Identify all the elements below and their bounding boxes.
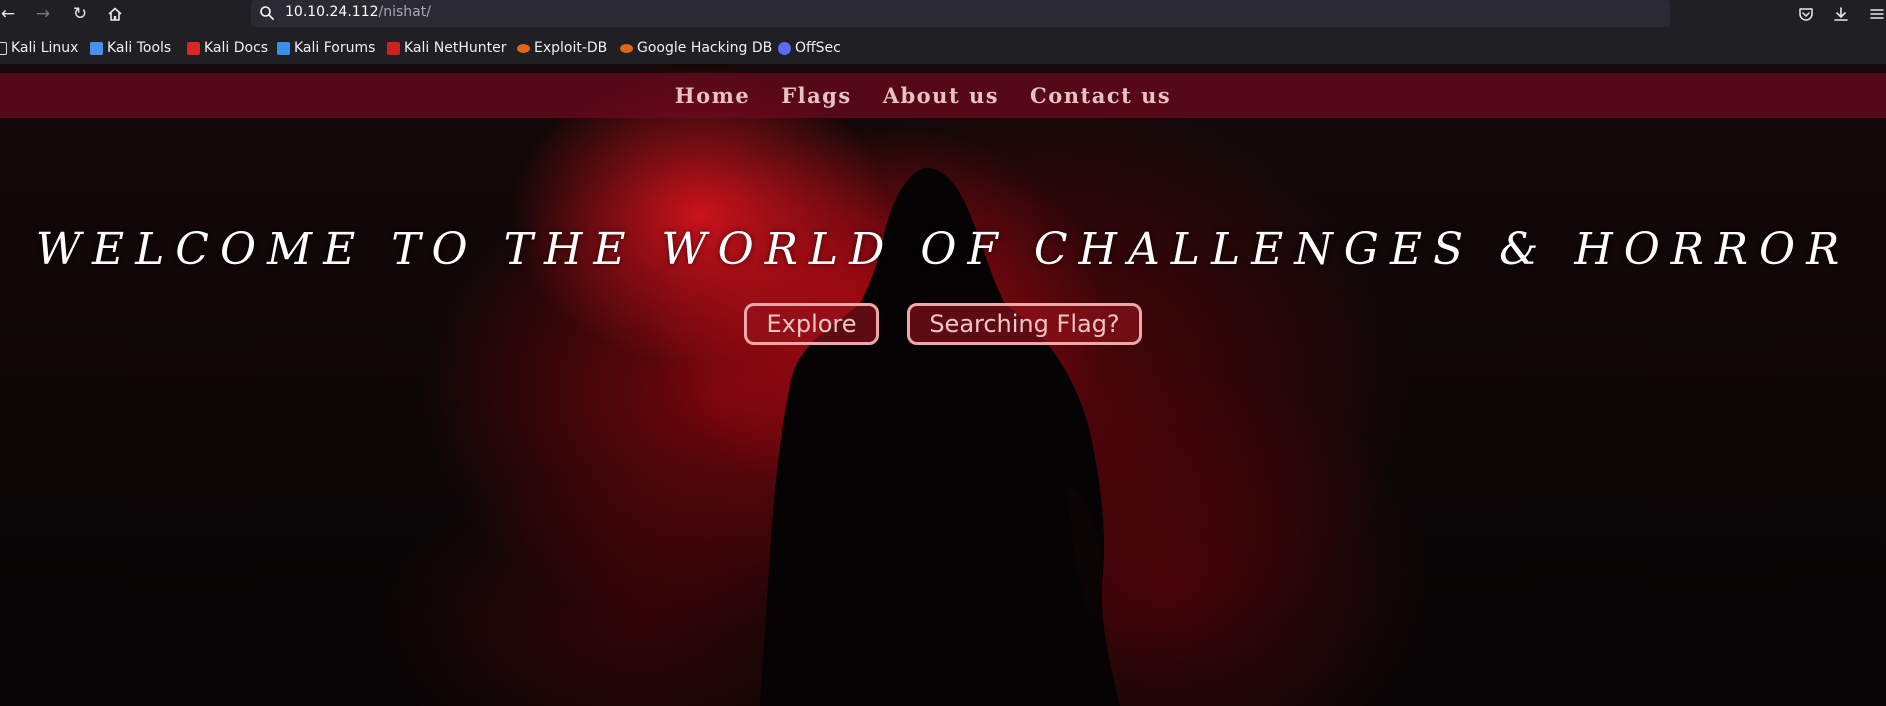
nav-home[interactable]: Home xyxy=(675,83,750,108)
bookmark-kali-linux[interactable]: Kali Linux xyxy=(0,39,78,57)
download-icon[interactable] xyxy=(1830,3,1852,25)
bookmark-label: Kali Linux xyxy=(11,40,79,56)
nav-about-us[interactable]: About us xyxy=(883,83,999,108)
site-nav: Home Flags About us Contact us xyxy=(0,73,1886,118)
bookmark-label: Kali Docs xyxy=(204,40,269,56)
menu-icon[interactable] xyxy=(1866,3,1886,25)
back-arrow-icon[interactable]: ← xyxy=(0,3,19,25)
bookmark-google-hacking-db[interactable]: Google Hacking DB xyxy=(620,39,772,57)
hero-headline: WELCOME TO THE WORLD OF CHALLENGES & HOR… xyxy=(35,224,1851,275)
bookmark-label: Exploit-DB xyxy=(534,40,608,56)
bookmark-offsec[interactable]: OffSec xyxy=(778,39,841,57)
url-bar[interactable]: 10.10.24.112/nishat/ xyxy=(251,0,1670,27)
url-host: 10.10.24.112 xyxy=(285,4,379,20)
url-text[interactable]: 10.10.24.112/nishat/ xyxy=(285,4,431,20)
bookmark-label: Kali Tools xyxy=(107,40,172,56)
exploit-db-icon xyxy=(517,43,530,53)
browser-toolbar: ← → ↻ 10.10.24.112/nishat/ xyxy=(0,0,1886,28)
kali-tools-icon xyxy=(90,41,103,55)
kali-nethunter-icon xyxy=(387,41,400,55)
search-icon xyxy=(260,6,274,20)
ghdb-icon xyxy=(620,43,633,53)
bookmark-label: Google Hacking DB xyxy=(637,40,773,56)
bookmarks-bar: Kali Linux Kali Tools Kali Docs Kali For… xyxy=(0,28,1886,64)
pocket-icon[interactable] xyxy=(1795,3,1817,25)
searching-flag-button[interactable]: Searching Flag? xyxy=(907,303,1142,345)
bookmark-label: OffSec xyxy=(795,40,841,56)
url-path: /nishat/ xyxy=(378,4,431,20)
bookmark-exploit-db[interactable]: Exploit-DB xyxy=(517,39,607,57)
home-icon[interactable] xyxy=(104,3,126,25)
reload-icon[interactable]: ↻ xyxy=(69,3,91,25)
bookmark-kali-nethunter[interactable]: Kali NetHunter xyxy=(387,39,506,57)
hooded-figure-image xyxy=(760,167,1120,706)
bookmark-kali-tools[interactable]: Kali Tools xyxy=(90,39,171,57)
forward-arrow-icon[interactable]: → xyxy=(32,3,54,25)
nav-contact-us[interactable]: Contact us xyxy=(1030,83,1171,108)
bookmark-label: Kali Forums xyxy=(294,40,376,56)
offsec-icon xyxy=(778,41,791,55)
kali-docs-icon xyxy=(187,41,200,55)
explore-button[interactable]: Explore xyxy=(744,303,879,345)
bookmark-kali-forums[interactable]: Kali Forums xyxy=(277,39,375,57)
bookmark-kali-docs[interactable]: Kali Docs xyxy=(187,39,268,57)
kali-forums-icon xyxy=(277,41,290,55)
kali-dragon-icon xyxy=(0,41,7,55)
page-viewport: Home Flags About us Contact us WELCOME T… xyxy=(0,64,1886,706)
nav-flags[interactable]: Flags xyxy=(781,83,852,108)
bookmark-label: Kali NetHunter xyxy=(404,40,507,56)
